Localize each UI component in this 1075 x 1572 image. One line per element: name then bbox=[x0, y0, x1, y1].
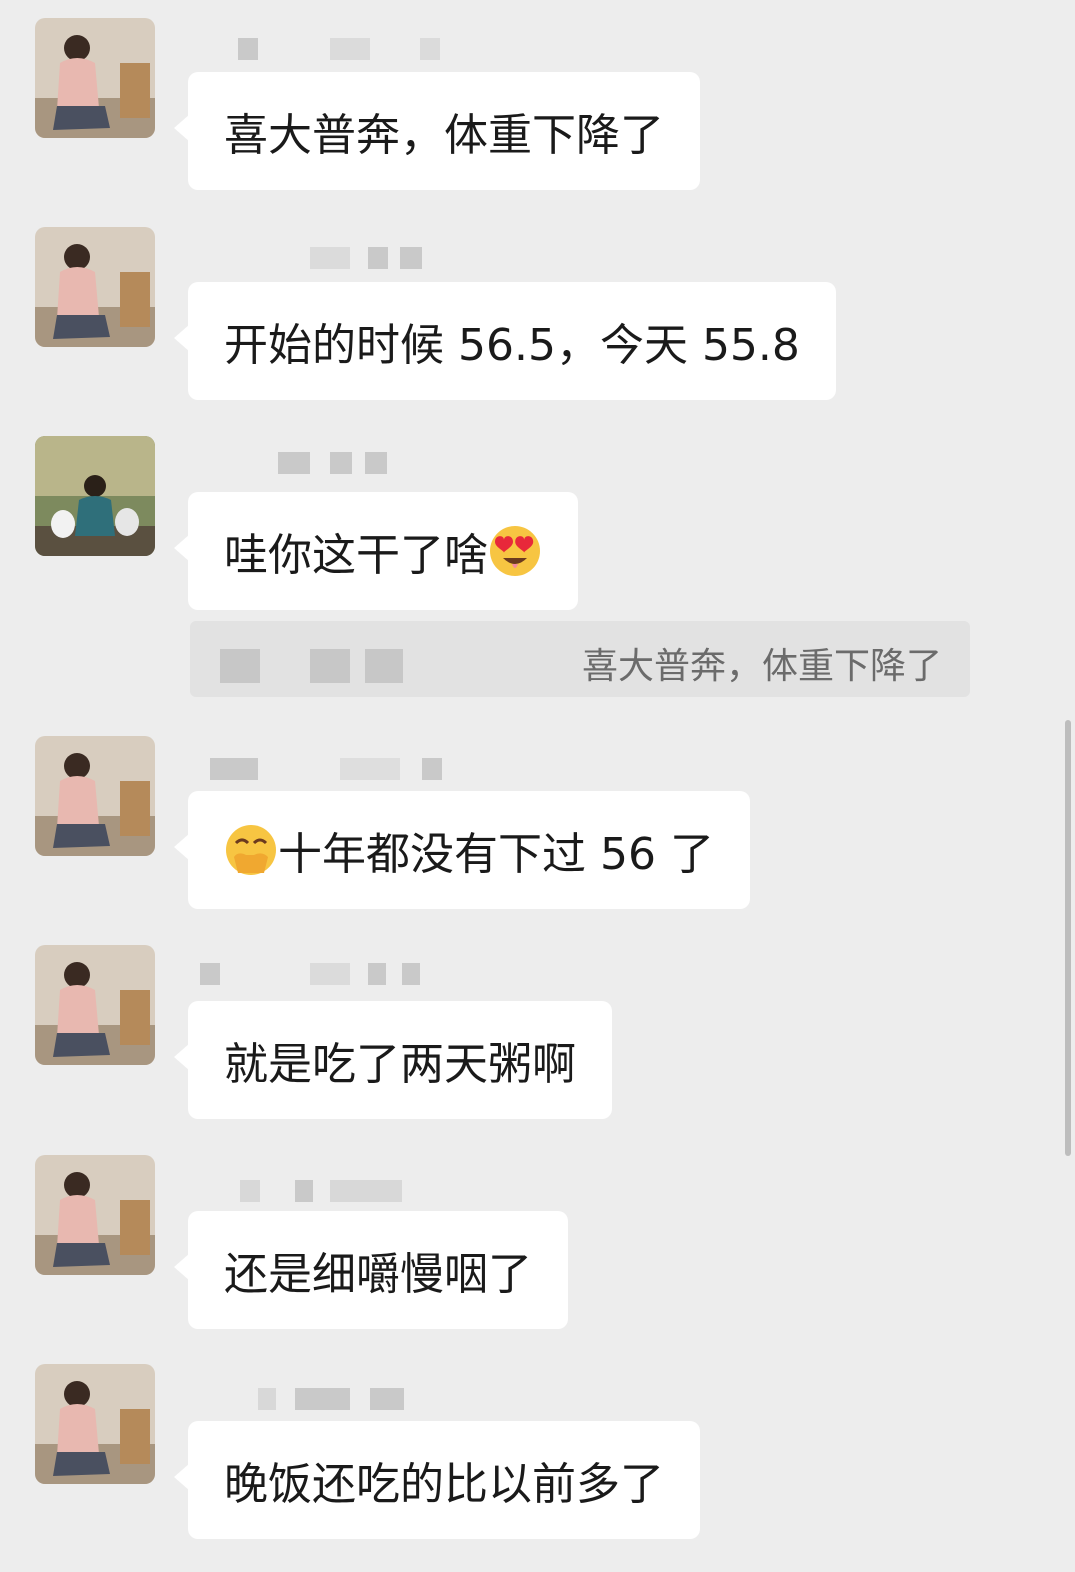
avatar[interactable] bbox=[35, 18, 155, 138]
avatar[interactable] bbox=[35, 1155, 155, 1275]
sender-name-blurred bbox=[200, 758, 460, 784]
sender-name-blurred bbox=[200, 247, 460, 273]
sender-name-blurred bbox=[200, 1180, 460, 1206]
message-text: 喜大普奔，体重下降了 bbox=[224, 110, 664, 161]
avatar[interactable] bbox=[35, 1364, 155, 1484]
sender-name-blurred bbox=[200, 452, 460, 478]
scrollbar[interactable] bbox=[1065, 720, 1071, 1156]
message-text: 就是吃了两天粥啊 bbox=[224, 1039, 576, 1090]
message-bubble[interactable]: 还是细嚼慢咽了 bbox=[174, 1211, 568, 1329]
message-bubble[interactable]: 十年都没有下过 56 了 bbox=[174, 791, 750, 909]
message-text: 开始的时候 56.5，今天 55.8 bbox=[224, 320, 800, 371]
message-text: 晚饭还吃的比以前多了 bbox=[224, 1459, 664, 1510]
heart-eyes-emoji bbox=[488, 524, 542, 578]
message-text: 哇你这干了啥 bbox=[224, 530, 488, 581]
sender-name-blurred bbox=[200, 38, 460, 64]
avatar[interactable] bbox=[35, 227, 155, 347]
message-bubble[interactable]: 哇你这干了啥 bbox=[174, 492, 578, 610]
message-bubble[interactable]: 开始的时候 56.5，今天 55.8 bbox=[174, 282, 836, 400]
hand-over-mouth-emoji bbox=[224, 823, 278, 877]
avatar[interactable] bbox=[35, 945, 155, 1065]
sender-name-blurred bbox=[200, 1388, 460, 1414]
message-bubble[interactable]: 就是吃了两天粥啊 bbox=[174, 1001, 612, 1119]
avatar[interactable] bbox=[35, 436, 155, 556]
sender-name-blurred bbox=[200, 963, 460, 989]
quoted-message-text: 喜大普奔，体重下降了 bbox=[581, 646, 942, 687]
message-text: 十年都没有下过 56 了 bbox=[278, 829, 714, 880]
message-text: 还是细嚼慢咽了 bbox=[224, 1249, 532, 1300]
message-bubble[interactable]: 晚饭还吃的比以前多了 bbox=[174, 1421, 700, 1539]
quoted-message[interactable]: 喜大普奔，体重下降了 bbox=[190, 621, 970, 697]
message-bubble[interactable]: 喜大普奔，体重下降了 bbox=[174, 72, 700, 190]
avatar[interactable] bbox=[35, 736, 155, 856]
